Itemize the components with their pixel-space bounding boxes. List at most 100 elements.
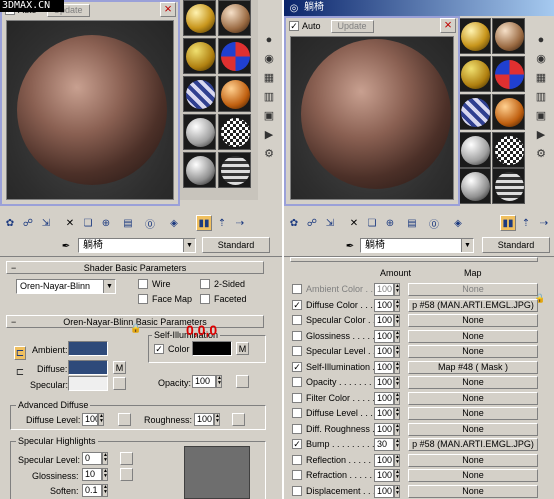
map-amount-arrows[interactable]: ▲ ▼	[394, 454, 400, 467]
sample-slot[interactable]	[492, 168, 525, 204]
material-effects-channel-icon[interactable]: ⓪	[142, 215, 158, 231]
ambient-color-swatch[interactable]	[68, 341, 108, 356]
map-button[interactable]: p #58 (MAN.ARTI.EMGL.JPG)	[408, 299, 538, 312]
opacity-map-button[interactable]	[236, 375, 249, 388]
uv-tiling-icon[interactable]: ▥	[264, 90, 274, 103]
sample-type-icon[interactable]: ●	[266, 34, 273, 46]
make-unique-icon[interactable]: ⊕	[382, 215, 398, 231]
close-button[interactable]: ×	[440, 18, 456, 33]
map-amount-spinner[interactable]: 100	[374, 423, 394, 436]
sample-slot[interactable]	[183, 114, 216, 150]
pick-material-icon[interactable]: ✒	[342, 238, 358, 254]
backlight-icon[interactable]: ◉	[264, 52, 274, 65]
map-enable-checkbox[interactable]: ✓	[292, 362, 302, 372]
sample-slot[interactable]	[458, 168, 491, 204]
map-button[interactable]: None	[408, 345, 538, 358]
map-button[interactable]: Map #48 ( Mask )	[408, 361, 538, 374]
material-effects-channel-icon[interactable]: ⓪	[426, 215, 442, 231]
map-enable-checkbox[interactable]	[292, 393, 302, 403]
map-enable-checkbox[interactable]	[292, 424, 302, 434]
go-forward-to-sibling-icon[interactable]: ⇢	[232, 215, 248, 231]
specular-level-arrows[interactable]: ▲ ▼	[102, 452, 108, 465]
map-button[interactable]: None	[408, 330, 538, 343]
backlight-icon[interactable]: ◉	[536, 52, 546, 65]
soften-spinner[interactable]: 0.1	[82, 484, 102, 497]
diffuse-color-swatch[interactable]	[68, 360, 108, 375]
diffuse-map-button[interactable]: M	[113, 361, 126, 374]
map-amount-arrows[interactable]: ▲ ▼	[394, 438, 400, 451]
sample-slot[interactable]	[218, 76, 251, 112]
map-button[interactable]: None	[408, 454, 538, 467]
map-amount-spinner[interactable]: 100	[374, 314, 394, 327]
sample-slot[interactable]	[183, 0, 216, 36]
video-check-icon[interactable]: ▣	[264, 109, 274, 122]
glossiness-map-button[interactable]	[120, 468, 133, 481]
map-amount-arrows[interactable]: ▲ ▼	[394, 407, 400, 420]
map-amount-arrows[interactable]: ▲ ▼	[394, 392, 400, 405]
map-amount-arrows[interactable]: ▲ ▼	[394, 299, 400, 312]
map-amount-spinner[interactable]: 100	[374, 407, 394, 420]
opacity-spinner[interactable]: 100	[192, 375, 216, 388]
shader-rollout-header[interactable]: − Shader Basic Parameters	[6, 261, 264, 274]
go-to-parent-icon[interactable]: ⇡	[214, 215, 230, 231]
show-end-result-icon[interactable]: ▮▮	[196, 215, 212, 231]
map-amount-spinner[interactable]: 100	[374, 361, 394, 374]
map-button[interactable]: None	[408, 485, 538, 498]
sample-slot[interactable]	[492, 18, 525, 54]
get-material-icon[interactable]: ✿	[286, 215, 302, 231]
sample-slot[interactable]	[458, 94, 491, 130]
map-enable-checkbox[interactable]	[292, 470, 302, 480]
map-amount-arrows[interactable]: ▲ ▼	[394, 314, 400, 327]
map-amount-spinner[interactable]: 30	[374, 438, 394, 451]
specular-map-button[interactable]	[113, 377, 126, 390]
map-button[interactable]: None	[408, 469, 538, 482]
map-enable-checkbox[interactable]	[292, 377, 302, 387]
sample-type-icon[interactable]: ●	[538, 34, 545, 46]
two-sided-checkbox[interactable]	[200, 279, 210, 289]
reset-map-icon[interactable]: ✕	[62, 215, 78, 231]
map-amount-spinner[interactable]: 100	[374, 345, 394, 358]
sample-slot[interactable]	[218, 114, 251, 150]
sample-slot[interactable]	[183, 76, 216, 112]
opacity-spinner-arrows[interactable]: ▲ ▼	[216, 375, 222, 388]
sample-slot[interactable]	[492, 94, 525, 130]
map-enable-checkbox[interactable]: ✓	[292, 300, 302, 310]
soften-arrows[interactable]: ▲ ▼	[102, 484, 108, 497]
make-copy-icon[interactable]: ❏	[80, 215, 96, 231]
material-name-field[interactable]: 躺椅 ▼	[360, 238, 474, 253]
diffuse-level-map-button[interactable]	[118, 413, 131, 426]
map-enable-checkbox[interactable]	[292, 486, 302, 496]
face-map-checkbox[interactable]	[138, 294, 148, 304]
sample-slot[interactable]	[218, 38, 251, 74]
map-amount-arrows[interactable]: ▲ ▼	[394, 469, 400, 482]
sample-slot[interactable]	[492, 132, 525, 168]
specular-color-swatch[interactable]	[68, 376, 108, 391]
self-illum-color-swatch[interactable]	[192, 341, 232, 356]
map-button[interactable]: None	[408, 376, 538, 389]
make-preview-icon[interactable]: ▶	[265, 128, 273, 141]
map-amount-arrows[interactable]: ▲ ▼	[394, 376, 400, 389]
assign-to-selection-icon[interactable]: ⇲	[38, 215, 54, 231]
chevron-down-icon[interactable]: ▼	[183, 239, 195, 252]
put-to-scene-icon[interactable]: ☍	[20, 215, 36, 231]
material-name-field[interactable]: 躺椅 ▼	[78, 238, 196, 253]
auto-checkbox[interactable]: ✓	[289, 21, 299, 31]
show-map-in-viewport-icon[interactable]: ◈	[450, 215, 466, 231]
map-amount-spinner[interactable]: 100	[374, 283, 394, 296]
lock-icon[interactable]: 🔒	[128, 320, 144, 336]
map-amount-spinner[interactable]: 100	[374, 330, 394, 343]
maps-rollout-header[interactable]	[290, 257, 538, 262]
make-copy-icon[interactable]: ❏	[364, 215, 380, 231]
roughness-map-button[interactable]	[232, 413, 245, 426]
map-button[interactable]: None	[408, 407, 538, 420]
sample-slot[interactable]	[183, 38, 216, 74]
reset-map-icon[interactable]: ✕	[346, 215, 362, 231]
sample-slot[interactable]	[458, 132, 491, 168]
material-type-button[interactable]: Standard	[482, 237, 550, 253]
map-amount-arrows[interactable]: ▲ ▼	[394, 345, 400, 358]
background-icon[interactable]: ▦	[264, 71, 274, 84]
sample-slot[interactable]	[218, 152, 251, 188]
options-icon[interactable]: ⚙	[536, 147, 546, 160]
lock-ambient-diffuse-icon[interactable]: ⊏	[14, 346, 26, 360]
diffuse-level-spinner[interactable]: 100	[82, 413, 98, 426]
